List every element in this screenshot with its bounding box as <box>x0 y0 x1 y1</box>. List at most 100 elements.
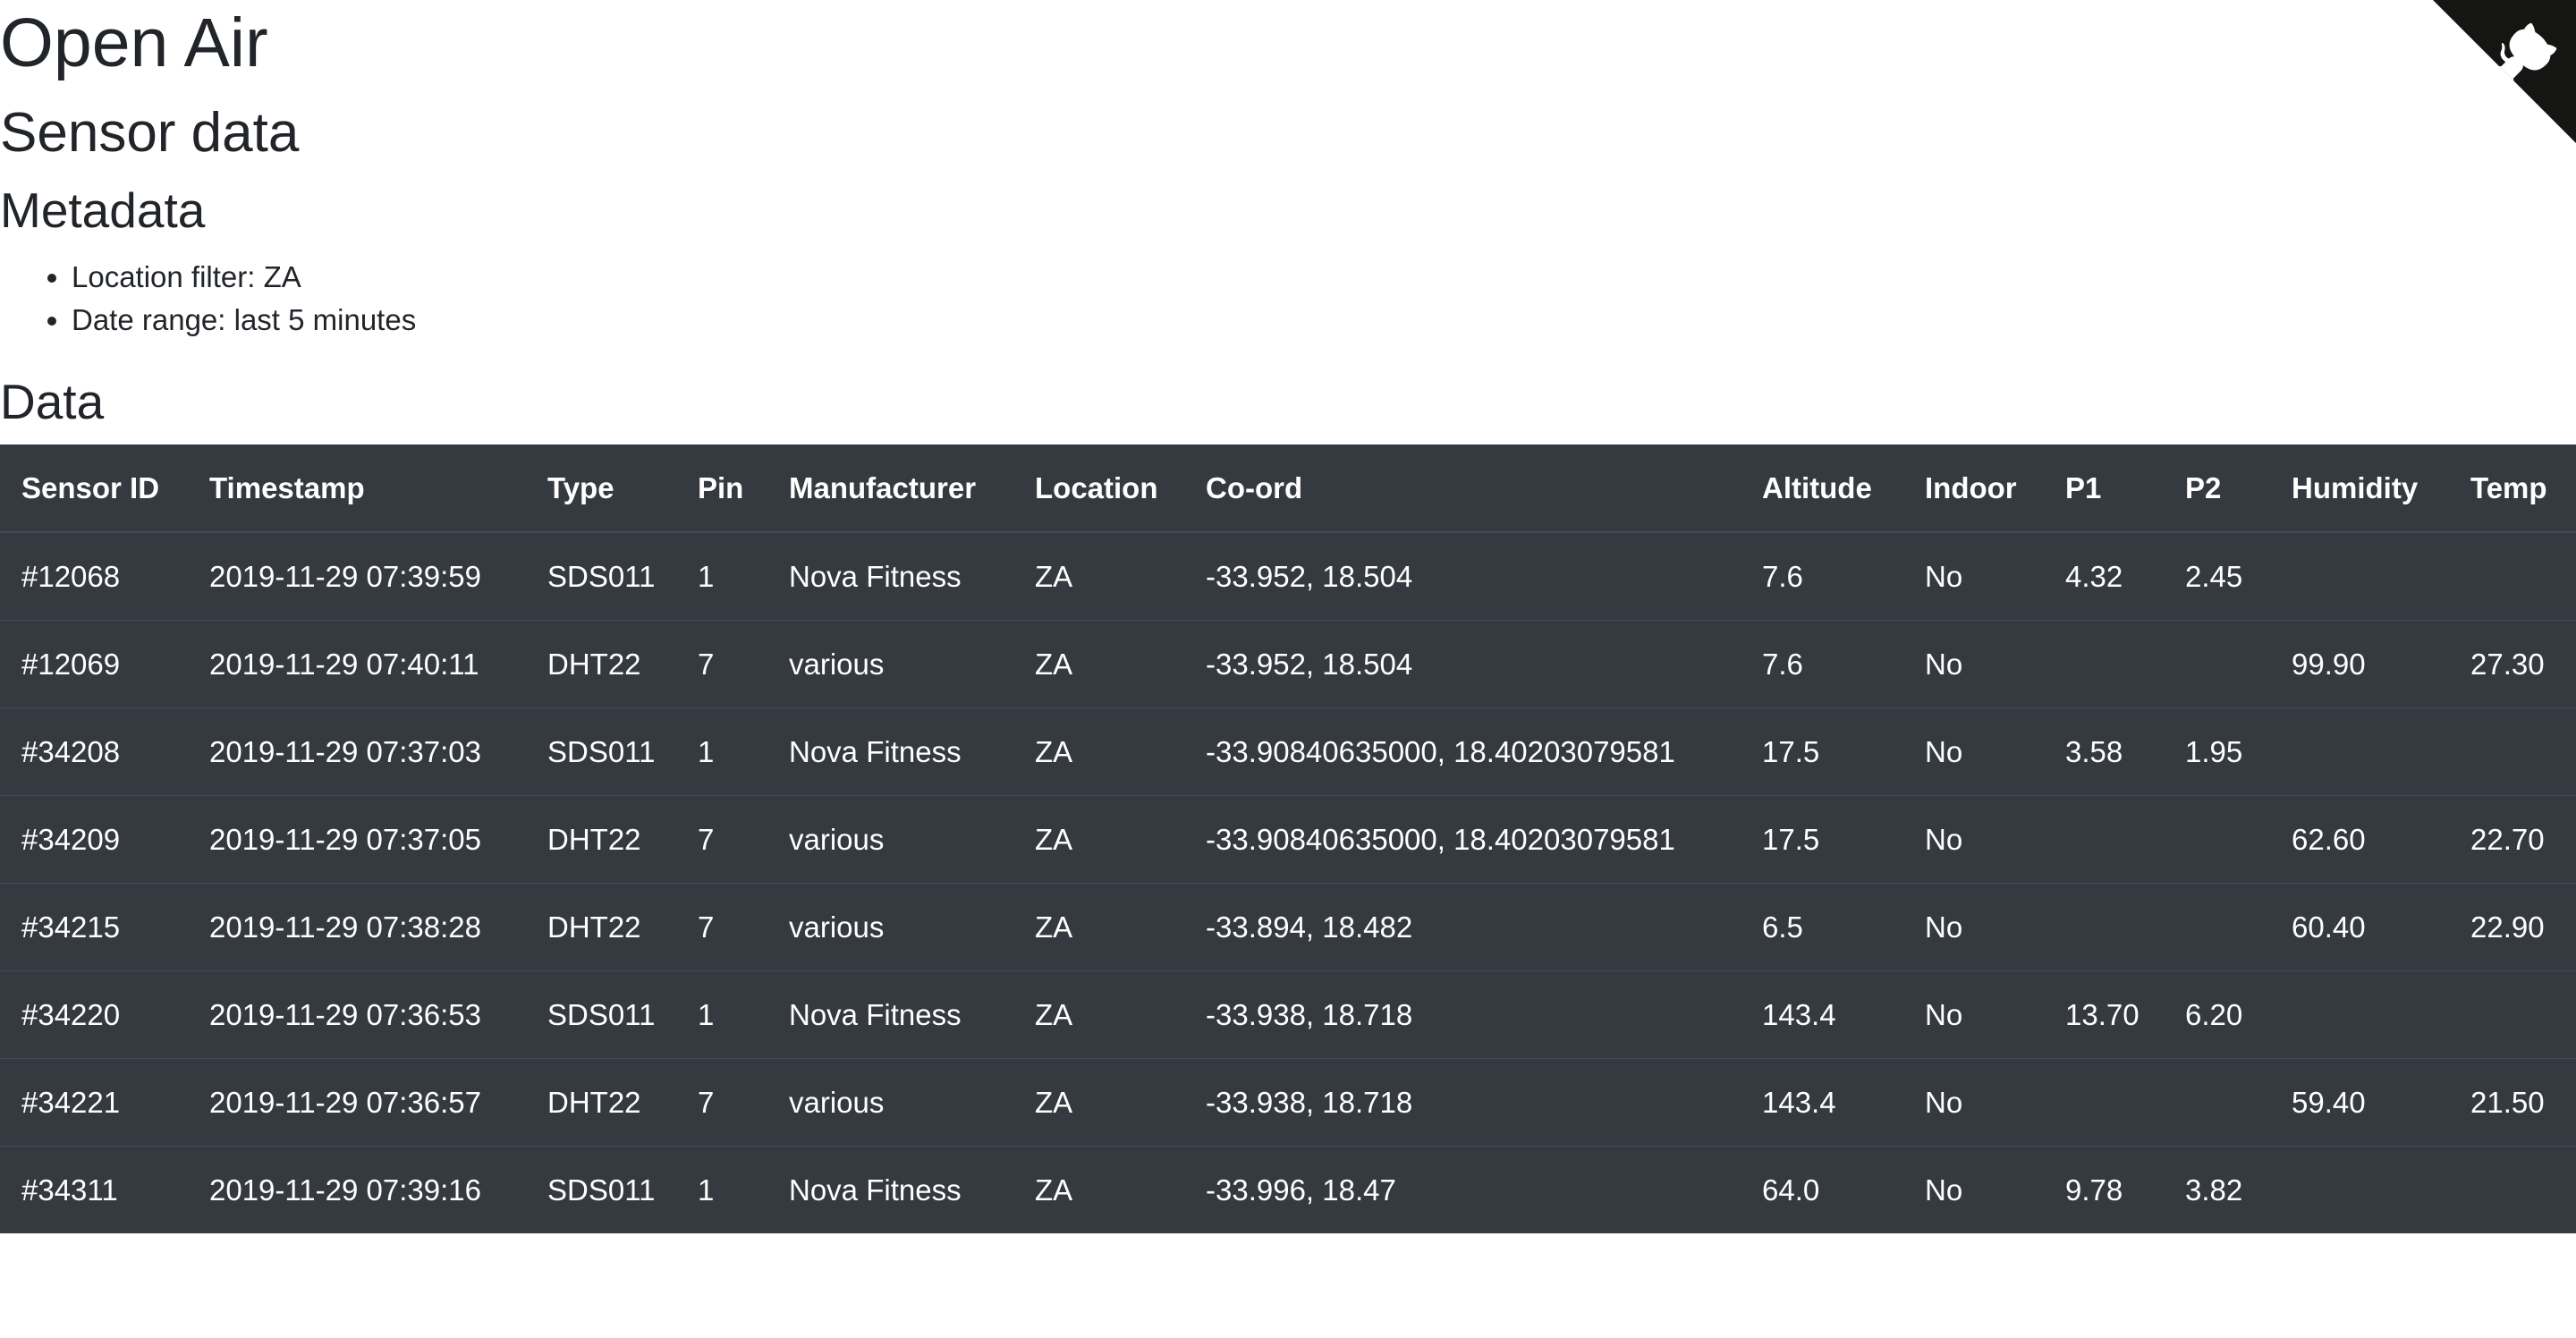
cell-pin: 1 <box>676 531 767 621</box>
cell-altitude: 143.4 <box>1741 970 1903 1059</box>
column-header-type: Type <box>526 445 676 533</box>
cell-indoor: No <box>1903 883 2044 971</box>
table-row: #34209 2019-11-29 07:37:05 DHT22 7 various ZA… <box>0 795 2576 884</box>
cell-p2: 6.20 <box>2164 970 2270 1059</box>
sensor-data-table-container: Sensor ID Timestamp Type Pin Manufacturer Loc… <box>0 445 2576 1233</box>
cell-p1 <box>2044 620 2164 708</box>
cell-coord: -33.952, 18.504 <box>1184 620 1741 708</box>
cell-humidity <box>2270 707 2449 796</box>
cell-manufacturer: various <box>767 883 1013 971</box>
cell-altitude: 6.5 <box>1741 883 1903 971</box>
table-row: #34208 2019-11-29 07:37:03 SDS011 1 Nova Fit… <box>0 707 2576 796</box>
cell-coord: -33.952, 18.504 <box>1184 531 1741 621</box>
cell-timestamp: 2019-11-29 07:38:28 <box>188 883 526 971</box>
cell-type: SDS011 <box>526 970 676 1059</box>
cell-indoor: No <box>1903 1146 2044 1233</box>
cell-indoor: No <box>1903 970 2044 1059</box>
cell-indoor: No <box>1903 1058 2044 1147</box>
page-title: Open Air <box>0 4 268 81</box>
cell-pin: 7 <box>676 883 767 971</box>
cell-temp <box>2449 1146 2576 1233</box>
cell-type: DHT22 <box>526 1058 676 1147</box>
column-header-humidity: Humidity <box>2270 445 2449 533</box>
table-row: #34221 2019-11-29 07:36:57 DHT22 7 various ZA… <box>0 1058 2576 1147</box>
cell-sensor-id: #34221 <box>0 1058 188 1147</box>
cell-pin: 7 <box>676 1058 767 1147</box>
cell-type: DHT22 <box>526 620 676 708</box>
cell-location: ZA <box>1013 1058 1184 1147</box>
column-header-pin: Pin <box>676 445 767 533</box>
cell-manufacturer: various <box>767 620 1013 708</box>
cell-p1: 3.58 <box>2044 707 2164 796</box>
cell-location: ZA <box>1013 1146 1184 1233</box>
cell-altitude: 7.6 <box>1741 620 1903 708</box>
cell-location: ZA <box>1013 970 1184 1059</box>
metadata-item-date-range: Date range: last 5 minutes <box>72 299 416 342</box>
cell-temp: 22.90 <box>2449 883 2576 971</box>
cell-temp: 22.70 <box>2449 795 2576 884</box>
cell-coord: -33.938, 18.718 <box>1184 1058 1741 1147</box>
cell-timestamp: 2019-11-29 07:36:53 <box>188 970 526 1059</box>
cell-temp <box>2449 531 2576 621</box>
cell-temp <box>2449 970 2576 1059</box>
cell-sensor-id: #12068 <box>0 531 188 621</box>
cell-sensor-id: #34208 <box>0 707 188 796</box>
cell-sensor-id: #34311 <box>0 1146 188 1233</box>
cell-manufacturer: various <box>767 1058 1013 1147</box>
cell-indoor: No <box>1903 620 2044 708</box>
cell-indoor: No <box>1903 531 2044 621</box>
cell-p1 <box>2044 1058 2164 1147</box>
cell-pin: 1 <box>676 970 767 1059</box>
cell-altitude: 143.4 <box>1741 1058 1903 1147</box>
column-header-p1: P1 <box>2044 445 2164 533</box>
cell-manufacturer: Nova Fitness <box>767 1146 1013 1233</box>
cell-coord: -33.996, 18.47 <box>1184 1146 1741 1233</box>
cell-pin: 1 <box>676 1146 767 1233</box>
table-row: #34311 2019-11-29 07:39:16 SDS011 1 Nova Fit… <box>0 1146 2576 1233</box>
cell-indoor: No <box>1903 707 2044 796</box>
metadata-list: Location filter: ZA Date range: last 5 m… <box>0 256 416 342</box>
cell-altitude: 64.0 <box>1741 1146 1903 1233</box>
column-header-manufacturer: Manufacturer <box>767 445 1013 533</box>
cell-humidity: 59.40 <box>2270 1058 2449 1147</box>
cell-humidity <box>2270 970 2449 1059</box>
cell-pin: 7 <box>676 620 767 708</box>
github-corner-link[interactable] <box>2433 0 2576 143</box>
cell-p1 <box>2044 883 2164 971</box>
cell-manufacturer: Nova Fitness <box>767 707 1013 796</box>
cell-temp: 21.50 <box>2449 1058 2576 1147</box>
cell-timestamp: 2019-11-29 07:40:11 <box>188 620 526 708</box>
cell-type: SDS011 <box>526 707 676 796</box>
cell-timestamp: 2019-11-29 07:37:03 <box>188 707 526 796</box>
cell-p2 <box>2164 795 2270 884</box>
cell-sensor-id: #34209 <box>0 795 188 884</box>
cell-location: ZA <box>1013 795 1184 884</box>
cell-altitude: 7.6 <box>1741 531 1903 621</box>
table-row: #12068 2019-11-29 07:39:59 SDS011 1 Nova Fit… <box>0 531 2576 621</box>
cell-p2: 2.45 <box>2164 531 2270 621</box>
cell-pin: 1 <box>676 707 767 796</box>
cell-type: SDS011 <box>526 1146 676 1233</box>
cell-sensor-id: #12069 <box>0 620 188 708</box>
cell-p2: 3.82 <box>2164 1146 2270 1233</box>
cell-pin: 7 <box>676 795 767 884</box>
cell-coord: -33.90840635000, 18.40203079581 <box>1184 795 1741 884</box>
page-subtitle: Sensor data <box>0 102 300 164</box>
cell-sensor-id: #34215 <box>0 883 188 971</box>
cell-type: DHT22 <box>526 883 676 971</box>
column-header-coord: Co-ord <box>1184 445 1741 533</box>
github-octocat-icon <box>2433 0 2576 143</box>
cell-location: ZA <box>1013 707 1184 796</box>
table-body: #12068 2019-11-29 07:39:59 SDS011 1 Nova Fit… <box>0 531 2576 1233</box>
cell-indoor: No <box>1903 795 2044 884</box>
cell-p1: 13.70 <box>2044 970 2164 1059</box>
cell-location: ZA <box>1013 620 1184 708</box>
cell-p2 <box>2164 883 2270 971</box>
cell-humidity: 99.90 <box>2270 620 2449 708</box>
cell-p1: 4.32 <box>2044 531 2164 621</box>
column-header-altitude: Altitude <box>1741 445 1903 533</box>
cell-timestamp: 2019-11-29 07:37:05 <box>188 795 526 884</box>
data-heading: Data <box>0 374 105 429</box>
cell-sensor-id: #34220 <box>0 970 188 1059</box>
column-header-sensor-id: Sensor ID <box>0 445 188 533</box>
